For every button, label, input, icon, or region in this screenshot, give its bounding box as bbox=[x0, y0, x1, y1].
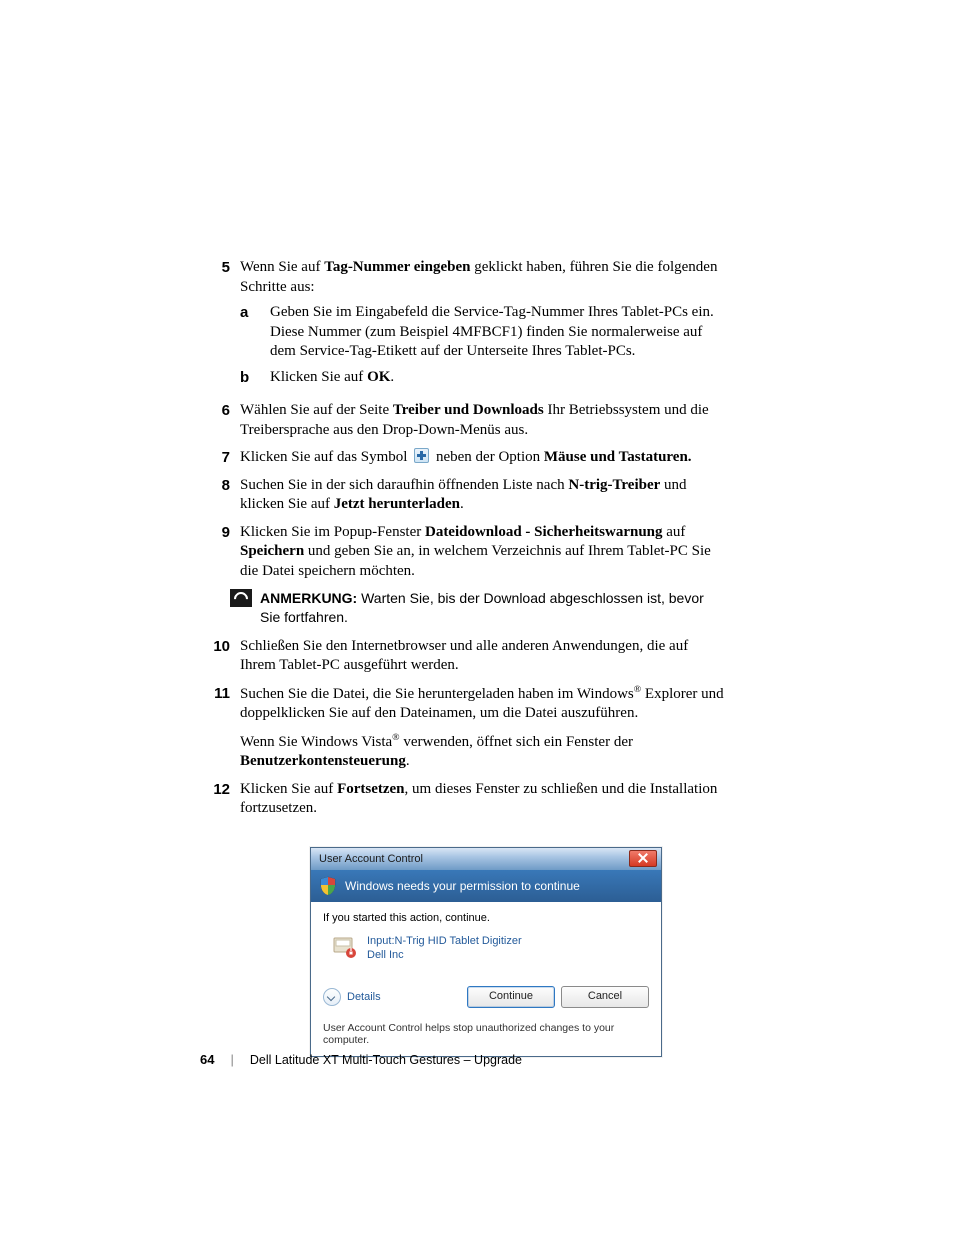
step-body: Klicken Sie auf das Symbol neben der Opt… bbox=[240, 448, 724, 468]
text: auf bbox=[663, 524, 686, 540]
bold-text: OK bbox=[367, 369, 390, 385]
step-number: 11 bbox=[200, 684, 240, 772]
cancel-button[interactable]: Cancel bbox=[561, 986, 649, 1008]
uac-banner-text: Windows needs your permission to continu… bbox=[345, 879, 580, 893]
bold-text: Dateidownload - Sicherheitswarnung bbox=[425, 524, 663, 540]
bold-text: Tag-Nummer eingeben bbox=[324, 259, 470, 275]
uac-footer: User Account Control helps stop unauthor… bbox=[311, 1018, 661, 1056]
substeps: a Geben Sie im Eingabefeld die Service-T… bbox=[240, 303, 724, 387]
uac-prompt: If you started this action, continue. bbox=[323, 912, 649, 924]
bold-text: Jetzt herunterladen bbox=[334, 496, 460, 512]
text: . bbox=[390, 369, 394, 385]
bold-text: N-trig-Treiber bbox=[568, 477, 660, 493]
step-body: Klicken Sie auf Fortsetzen, um dieses Fe… bbox=[240, 780, 724, 819]
paragraph: Suchen Sie die Datei, die Sie herunterge… bbox=[240, 684, 724, 724]
shield-icon bbox=[319, 876, 337, 896]
step-5: 5 Wenn Sie auf Tag-Nummer eingeben gekli… bbox=[200, 258, 724, 393]
text: Klicken Sie im Popup-Fenster bbox=[240, 524, 425, 540]
text: Klicken Sie auf das Symbol bbox=[240, 449, 411, 465]
bold-text: Treiber und Downloads bbox=[393, 402, 544, 418]
text: Suchen Sie die Datei, die Sie herunterge… bbox=[240, 686, 634, 702]
step-10: 10 Schließen Sie den Internetbrowser und… bbox=[200, 637, 724, 676]
note-icon bbox=[230, 589, 252, 607]
step-number: 10 bbox=[200, 637, 240, 676]
document-page: 5 Wenn Sie auf Tag-Nummer eingeben gekli… bbox=[0, 0, 954, 1235]
step-body: Wählen Sie auf der Seite Treiber und Dow… bbox=[240, 401, 724, 440]
step-9: 9 Klicken Sie im Popup-Fenster Dateidown… bbox=[200, 523, 724, 582]
substep-body: Geben Sie im Eingabefeld die Service-Tag… bbox=[270, 303, 724, 362]
uac-title: User Account Control bbox=[319, 853, 629, 865]
uac-dialog: User Account Control Windows needs your … bbox=[310, 847, 662, 1058]
text: Wählen Sie auf der Seite bbox=[240, 402, 393, 418]
step-body: Schließen Sie den Internetbrowser und al… bbox=[240, 637, 724, 676]
text: und geben Sie an, in welchem Verzeichnis… bbox=[240, 543, 711, 579]
step-6: 6 Wählen Sie auf der Seite Treiber und D… bbox=[200, 401, 724, 440]
step-body: Suchen Sie in der sich daraufhin öffnend… bbox=[240, 476, 724, 515]
bold-text: Fortsetzen bbox=[337, 781, 404, 797]
uac-titlebar: User Account Control bbox=[311, 848, 661, 870]
step-body: Klicken Sie im Popup-Fenster Dateidownlo… bbox=[240, 523, 724, 582]
text: Wenn Sie Windows Vista bbox=[240, 734, 392, 750]
text: verwenden, öffnet sich ein Fenster der bbox=[400, 734, 633, 750]
details-label: Details bbox=[347, 991, 381, 1003]
note-label: ANMERKUNG: bbox=[260, 590, 357, 606]
program-publisher: Dell Inc bbox=[367, 948, 522, 962]
text: Wenn Sie auf bbox=[240, 259, 324, 275]
step-11: 11 Suchen Sie die Datei, die Sie herunte… bbox=[200, 684, 724, 772]
step-body: Suchen Sie die Datei, die Sie herunterge… bbox=[240, 684, 724, 772]
bold-text: Mäuse und Tastaturen. bbox=[544, 449, 692, 465]
text: Klicken Sie auf bbox=[270, 369, 367, 385]
program-name: Input:N-Trig HID Tablet Digitizer bbox=[367, 934, 522, 948]
page-footer: 64 | Dell Latitude XT Multi-Touch Gestur… bbox=[200, 1052, 522, 1067]
text: Klicken Sie auf bbox=[240, 781, 337, 797]
uac-banner: Windows needs your permission to continu… bbox=[311, 870, 661, 902]
page-number: 64 bbox=[200, 1052, 214, 1067]
text: neben der Option bbox=[432, 449, 544, 465]
substep-b: b Klicken Sie auf OK. bbox=[240, 368, 724, 388]
uac-actions: Details Continue Cancel bbox=[311, 980, 661, 1018]
substep-body: Klicken Sie auf OK. bbox=[270, 368, 724, 388]
uac-program-text: Input:N-Trig HID Tablet Digitizer Dell I… bbox=[367, 934, 522, 963]
step-body: Wenn Sie auf Tag-Nummer eingeben geklick… bbox=[240, 258, 724, 393]
step-list: 5 Wenn Sie auf Tag-Nummer eingeben gekli… bbox=[200, 258, 724, 819]
text: . bbox=[460, 496, 464, 512]
continue-button[interactable]: Continue bbox=[467, 986, 555, 1008]
text: . bbox=[406, 753, 410, 769]
note-text: ANMERKUNG: Warten Sie, bis der Download … bbox=[260, 589, 724, 627]
chevron-down-icon bbox=[323, 988, 341, 1006]
step-12: 12 Klicken Sie auf Fortsetzen, um dieses… bbox=[200, 780, 724, 819]
footer-separator: | bbox=[230, 1052, 233, 1067]
step-number: 5 bbox=[200, 258, 240, 393]
step-number: 8 bbox=[200, 476, 240, 515]
uac-program: Input:N-Trig HID Tablet Digitizer Dell I… bbox=[323, 932, 649, 973]
bold-text: Speichern bbox=[240, 543, 304, 559]
note: ANMERKUNG: Warten Sie, bis der Download … bbox=[230, 589, 724, 627]
step-7: 7 Klicken Sie auf das Symbol neben der O… bbox=[200, 448, 724, 468]
step-8: 8 Suchen Sie in der sich daraufhin öffne… bbox=[200, 476, 724, 515]
step-number: 9 bbox=[200, 523, 240, 582]
paragraph: Wenn Sie Windows Vista® verwenden, öffne… bbox=[240, 732, 724, 772]
installer-icon bbox=[331, 934, 357, 960]
bold-text: Benutzerkontensteuerung bbox=[240, 753, 406, 769]
step-number: 7 bbox=[200, 448, 240, 468]
footer-text: Dell Latitude XT Multi-Touch Gestures – … bbox=[250, 1053, 522, 1067]
registered-mark: ® bbox=[392, 732, 399, 743]
uac-body: If you started this action, continue. In… bbox=[311, 902, 661, 981]
close-icon[interactable] bbox=[629, 850, 657, 867]
substep-letter: b bbox=[240, 368, 270, 388]
substep-letter: a bbox=[240, 303, 270, 362]
details-toggle[interactable]: Details bbox=[323, 988, 381, 1006]
substep-a: a Geben Sie im Eingabefeld die Service-T… bbox=[240, 303, 724, 362]
text: Suchen Sie in der sich daraufhin öffnend… bbox=[240, 477, 568, 493]
step-number: 6 bbox=[200, 401, 240, 440]
plus-expand-icon bbox=[414, 448, 429, 463]
step-number: 12 bbox=[200, 780, 240, 819]
